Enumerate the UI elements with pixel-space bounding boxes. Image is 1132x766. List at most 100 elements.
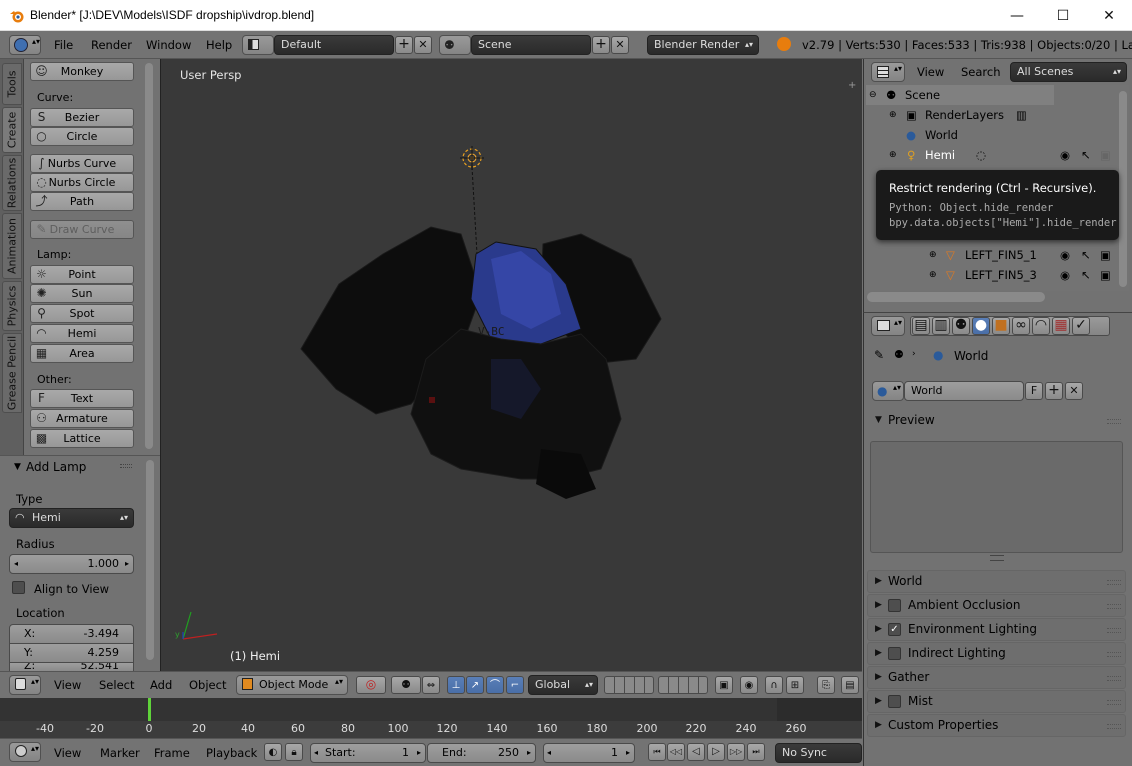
menu-help[interactable]: Help [206,38,232,52]
viewport-shading-button[interactable]: ◎ [356,676,386,694]
tab-tools[interactable]: Tools [2,63,22,105]
add-nurbs-curve-button[interactable]: ∫ Nurbs Curve [30,154,134,173]
jump-to-start-button[interactable]: ⏮ [648,743,666,761]
start-frame-field[interactable]: ◂ Start: 1 ▸ [310,743,426,763]
align-to-view-checkbox[interactable] [12,581,25,594]
panel-mist[interactable]: ▶ Mist [867,690,1126,713]
model-scene[interactable]: V-BC y [161,59,863,671]
add-layout-button[interactable]: + [395,36,413,54]
draw-curve-button[interactable]: ✎ Draw Curve [30,220,134,239]
decrement-arrow-icon[interactable]: ◂ [314,744,318,762]
timeline-menu-playback[interactable]: Playback [206,746,257,760]
current-frame-field[interactable]: ◂ 1 ▸ [543,743,635,763]
timeline-strip[interactable] [0,698,862,721]
world-tab-icon[interactable]: ● [972,317,990,335]
menu-object[interactable]: Object [189,678,226,692]
play-button[interactable]: ▷ [707,743,725,761]
outliner-scrollbar-v[interactable] [1119,91,1127,287]
layer-buttons-2[interactable] [658,676,708,694]
cursor-icon[interactable]: ↖ [1081,245,1091,265]
add-armature-button[interactable]: ⚇ Armature [30,409,134,428]
indirect-lighting-checkbox[interactable] [888,647,901,660]
drag-grip-icon[interactable] [1107,652,1121,657]
layer-buttons-1[interactable] [604,676,654,694]
new-world-button[interactable]: + [1045,382,1063,400]
add-bezier-button[interactable]: S Bezier [30,108,134,127]
tab-relations[interactable]: Relations [2,155,22,211]
outliner-scrollbar-h[interactable] [867,292,1045,302]
add-circle-button[interactable]: ○ Circle [30,127,134,146]
add-hemi-lamp-button[interactable]: ◠ Hemi [30,324,134,343]
increment-arrow-icon[interactable]: ▸ [527,744,531,762]
constraints-tab-icon[interactable]: ∞ [1012,317,1030,335]
camera-icon[interactable]: ▣ [1100,265,1111,285]
location-x-field[interactable]: X: -3.494 [9,624,134,644]
render-engine-dropdown[interactable]: Blender Render ▴▾ [647,35,759,55]
increment-arrow-icon[interactable]: ▸ [626,744,630,762]
tab-grease-pencil[interactable]: Grease Pencil [2,333,22,413]
outliner-row-scene[interactable]: ⊖ ⚉ Scene [866,85,1054,105]
lamp-type-dropdown[interactable]: ◠ Hemi ▴▾ [9,508,134,528]
operator-panel-scrollbar[interactable] [146,460,154,660]
radius-field[interactable]: ◂ 1.000 ▸ [9,554,134,574]
increment-arrow-icon[interactable]: ▸ [125,555,129,573]
render-layers-tab-icon[interactable]: ▥ [932,317,950,335]
dropship-mesh[interactable]: V-BC [300,226,662,499]
tab-animation[interactable]: Animation [2,213,22,279]
ambient-occlusion-checkbox[interactable] [888,599,901,612]
drag-grip-icon[interactable] [1107,676,1121,681]
camera-icon[interactable]: ▣ [1100,245,1111,265]
maximize-button[interactable]: ☐ [1040,0,1086,31]
collapse-icon[interactable]: ⊖ [869,85,877,105]
unlink-world-button[interactable]: ✕ [1065,382,1083,400]
add-text-button[interactable]: F Text [30,389,134,408]
drag-grip-icon[interactable] [120,464,132,468]
add-scene-button[interactable]: + [592,36,610,54]
proportional-edit-button[interactable]: ◉ [740,676,758,694]
data-tab-icon[interactable]: ◠ [1032,317,1050,335]
expand-icon[interactable]: ⊕ [929,265,937,285]
editor-type-3dview-button[interactable]: ▴▾ [9,675,41,695]
add-nurbs-circle-button[interactable]: ◌ Nurbs Circle [30,173,134,192]
sync-mode-dropdown[interactable]: No Sync [775,743,862,763]
menu-file[interactable]: File [54,38,73,52]
jump-to-keyframe-next-button[interactable]: ▷▷ [727,743,745,761]
texture-tab-icon[interactable]: ▦ [1052,317,1070,335]
tool-shelf-scrollbar[interactable] [145,63,153,449]
scene-browse-button[interactable]: ⚉ [439,35,471,55]
end-frame-field[interactable]: End: 250 ▸ [427,743,536,763]
mist-checkbox[interactable] [888,695,901,708]
menu-select[interactable]: Select [99,678,134,692]
timeline-area[interactable]: -40 -20 0 20 40 60 80 100 120 140 160 18… [0,698,862,738]
current-frame-marker[interactable] [148,698,151,721]
delete-scene-button[interactable]: ✕ [611,36,629,54]
panel-preview-label[interactable]: Preview [888,410,935,431]
outliner-menu-view[interactable]: View [917,65,944,79]
add-sun-lamp-button[interactable]: ✺ Sun [30,284,134,303]
collapse-triangle-icon[interactable]: ▼ [14,462,21,472]
collapsed-triangle-icon[interactable]: ▶ [875,595,882,616]
location-y-field[interactable]: Y: 4.259 [9,643,134,663]
drag-grip-icon[interactable] [1107,604,1121,609]
3d-viewport[interactable]: User Persp + V-BC y (1) Hemi [160,59,862,671]
outliner-menu-search[interactable]: Search [961,65,1001,79]
add-area-lamp-button[interactable]: ▦ Area [30,344,134,363]
collapsed-triangle-icon[interactable]: ▶ [875,619,882,640]
physics-tab-icon[interactable]: ✓ [1072,317,1090,335]
object-tab-icon[interactable]: ■ [992,317,1010,335]
panel-custom-properties[interactable]: ▶ Custom Properties [867,714,1126,737]
snap-element-button[interactable]: ⊞ [786,676,804,694]
timeline-menu-frame[interactable]: Frame [154,746,190,760]
add-spot-lamp-button[interactable]: ⚲ Spot [30,304,134,323]
add-point-lamp-button[interactable]: ☼ Point [30,265,134,284]
decrement-arrow-icon[interactable]: ◂ [14,555,18,573]
camera-icon[interactable]: ▣ [1100,145,1111,165]
drag-grip-icon[interactable] [1107,724,1121,729]
rotate-manipulator-button[interactable]: ⌒ [486,676,504,694]
panel-environment-lighting[interactable]: ▶ ✓ Environment Lighting [867,618,1126,641]
pin-icon[interactable]: ✎ [874,348,884,362]
transform-orientation-dropdown[interactable]: Global ▴▾ [528,675,598,695]
editor-type-properties-button[interactable]: ▴▾ [871,316,905,336]
outliner-row-left-fin5-3[interactable]: ⊕ ▽ LEFT_FIN5_3 ◉ ↖ ▣ [866,265,1120,285]
delete-layout-button[interactable]: ✕ [414,36,432,54]
